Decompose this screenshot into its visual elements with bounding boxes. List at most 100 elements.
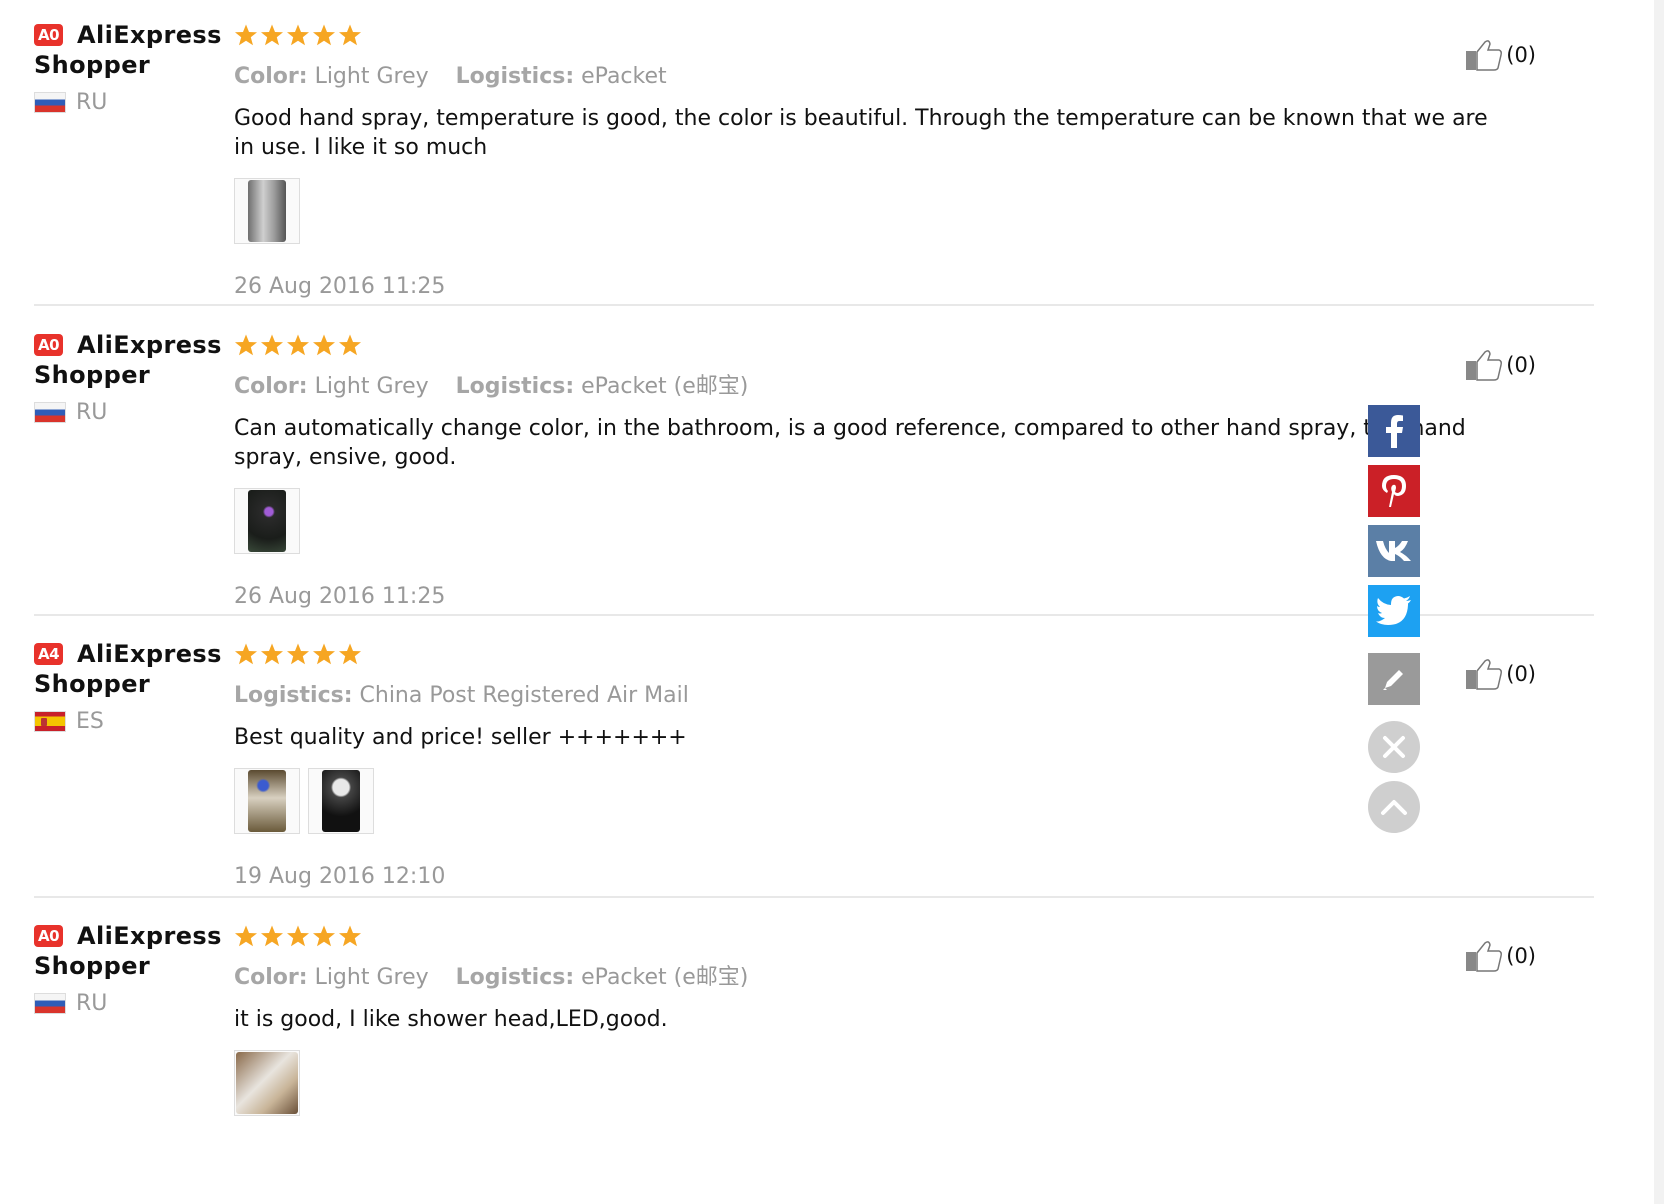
star-rating (234, 921, 1504, 951)
star-icon (339, 24, 361, 46)
logistics-value: ePacket (581, 64, 667, 89)
country-code: ES (76, 709, 104, 734)
country-code: RU (76, 400, 108, 425)
reviewer-name-line2: Shopper (34, 51, 151, 79)
buyer-level-badge: A4 (34, 643, 63, 665)
review-photo-thumbnail[interactable] (308, 768, 374, 834)
review-text: Best quality and price! seller +++++++ (234, 725, 687, 750)
star-icon (287, 334, 309, 356)
star-icon (287, 925, 309, 947)
photo-image (248, 180, 286, 242)
page-scrollbar-area (1654, 0, 1664, 1204)
star-icon (313, 24, 335, 46)
review-date: 26 Aug 2016 11:25 (234, 274, 446, 299)
review-content: Logistics: China Post Registered Air Mai… (234, 639, 1504, 889)
thumbs-up-icon (1466, 40, 1503, 71)
review-content: Color: Light Grey Logistics: ePacket Goo… (234, 20, 1504, 299)
helpful-button[interactable]: (0) (1465, 38, 1536, 72)
vk-icon (1376, 541, 1411, 561)
logistics-value: ePacket (e邮宝) (581, 965, 749, 990)
helpful-button[interactable]: (0) (1465, 348, 1536, 382)
reviewer-name-line2: Shopper (34, 361, 151, 389)
color-value: Light Grey (314, 374, 429, 399)
photo-image (248, 770, 286, 832)
edit-icon (1383, 670, 1403, 690)
helpful-button[interactable]: (0) (1465, 657, 1536, 691)
review-photo-thumbnail[interactable] (234, 488, 300, 554)
scroll-top-icon (1381, 800, 1407, 815)
color-value: Light Grey (314, 64, 429, 89)
review-photo-thumbnail[interactable] (234, 768, 300, 834)
reviewer-info: A0 AliExpress Shopper RU (34, 921, 224, 1016)
star-icon (235, 643, 257, 665)
logistics-label: Logistics: (455, 374, 575, 399)
logistics-label: Logistics: (455, 64, 575, 89)
review-photos (234, 178, 1504, 244)
twitter-share-button[interactable] (1368, 585, 1420, 637)
russia-flag-icon (34, 92, 66, 113)
star-icon (287, 24, 309, 46)
star-icon (339, 334, 361, 356)
review-photos (234, 488, 1504, 554)
order-attributes: Color: Light Grey Logistics: ePacket (234, 62, 1504, 92)
share-sidebar (1368, 405, 1420, 841)
star-icon (261, 334, 283, 356)
photo-image (236, 1052, 298, 1114)
order-attributes: Color: Light Grey Logistics: ePacket (e邮… (234, 372, 1504, 402)
review-divider (34, 614, 1594, 616)
close-share-button[interactable] (1368, 721, 1420, 773)
twitter-icon (1376, 596, 1411, 625)
facebook-share-button[interactable] (1368, 405, 1420, 457)
reviewer-country: RU (34, 90, 224, 115)
star-icon (287, 643, 309, 665)
buyer-level-badge: A0 (34, 925, 63, 947)
pinterest-share-button[interactable] (1368, 465, 1420, 517)
review-photo-thumbnail[interactable] (234, 1050, 300, 1116)
russia-flag-icon (34, 993, 66, 1014)
reviewer-name: AliExpress (77, 640, 222, 668)
order-attributes: Color: Light Grey Logistics: ePacket (e邮… (234, 963, 1504, 993)
helpful-count: (0) (1506, 353, 1536, 377)
reviewer-name-line2: Shopper (34, 952, 151, 980)
star-icon (235, 925, 257, 947)
star-icon (261, 643, 283, 665)
color-label: Color: (234, 64, 308, 89)
reviewer-name: AliExpress (77, 21, 222, 49)
order-attributes: Logistics: China Post Registered Air Mai… (234, 681, 1504, 711)
buyer-level-badge: A0 (34, 334, 63, 356)
spain-flag-icon (34, 711, 66, 732)
star-icon (313, 643, 335, 665)
star-icon (339, 925, 361, 947)
logistics-label: Logistics: (234, 683, 353, 708)
photo-image (248, 490, 286, 552)
reviewer-name: AliExpress (77, 922, 222, 950)
facebook-icon (1386, 415, 1403, 448)
review-photos (234, 1050, 1504, 1116)
review-date: 19 Aug 2016 12:10 (234, 864, 446, 889)
review-text: Good hand spray, temperature is good, th… (234, 106, 1488, 160)
russia-flag-icon (34, 402, 66, 423)
scroll-to-top-button[interactable] (1368, 781, 1420, 833)
helpful-count: (0) (1506, 662, 1536, 686)
review-text: Can automatically change color, in the b… (234, 416, 1466, 470)
star-icon (261, 24, 283, 46)
reviewer-info: A0 AliExpress Shopper RU (34, 20, 224, 115)
helpful-count: (0) (1506, 43, 1536, 67)
pinterest-icon (1382, 475, 1406, 507)
review-text: it is good, I like shower head,LED,good. (234, 1007, 668, 1032)
review-photo-thumbnail[interactable] (234, 178, 300, 244)
photo-image (322, 770, 360, 832)
reviewer-country: RU (34, 400, 224, 425)
review-photos (234, 768, 1504, 834)
star-rating (234, 20, 1504, 50)
helpful-count: (0) (1506, 944, 1536, 968)
review-divider (34, 304, 1594, 306)
review-date: 26 Aug 2016 11:25 (234, 584, 446, 609)
star-icon (313, 334, 335, 356)
helpful-button[interactable]: (0) (1465, 939, 1536, 973)
thumbs-up-icon (1466, 659, 1503, 690)
vk-share-button[interactable] (1368, 525, 1420, 577)
reviewer-country: ES (34, 709, 224, 734)
write-review-button[interactable] (1368, 653, 1420, 705)
star-icon (261, 925, 283, 947)
